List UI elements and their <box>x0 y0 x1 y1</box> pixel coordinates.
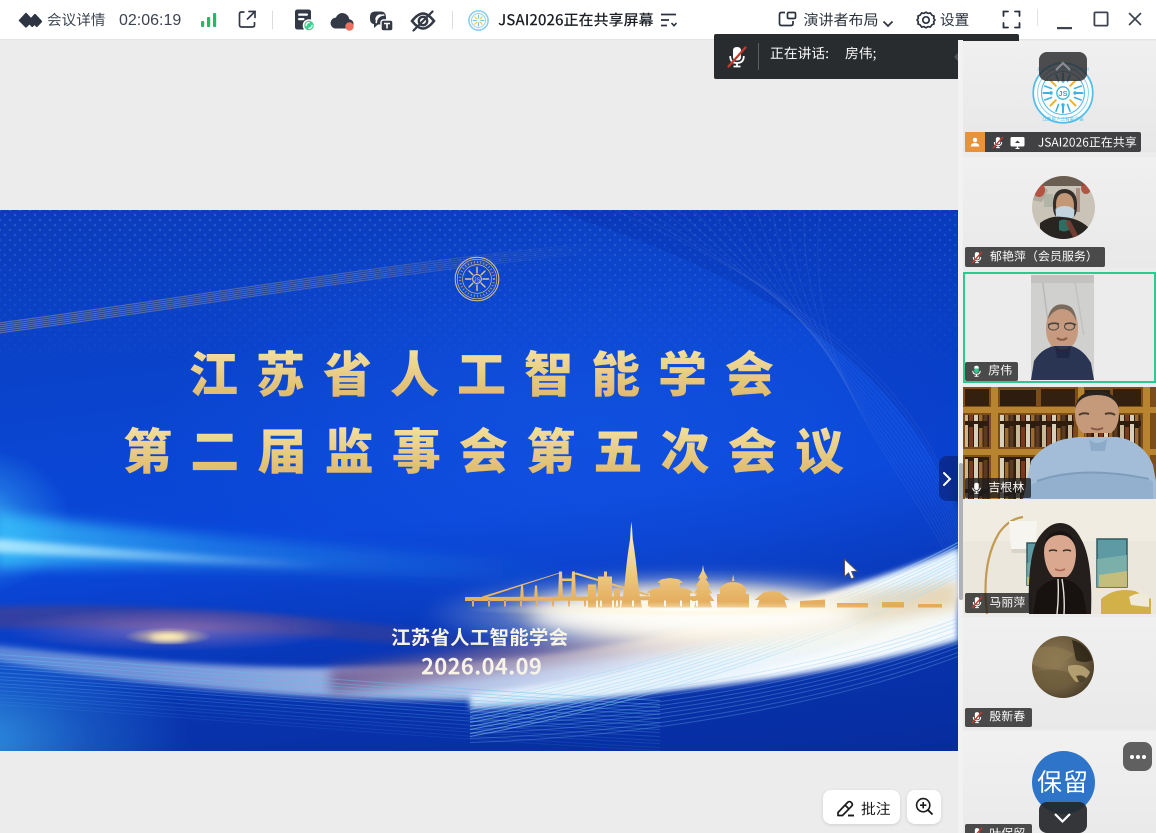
svg-text:JS: JS <box>1058 89 1067 98</box>
svg-text:JS: JS <box>474 277 481 283</box>
svg-text:江苏省人工智能学会: 江苏省人工智能学会 <box>1042 116 1084 123</box>
